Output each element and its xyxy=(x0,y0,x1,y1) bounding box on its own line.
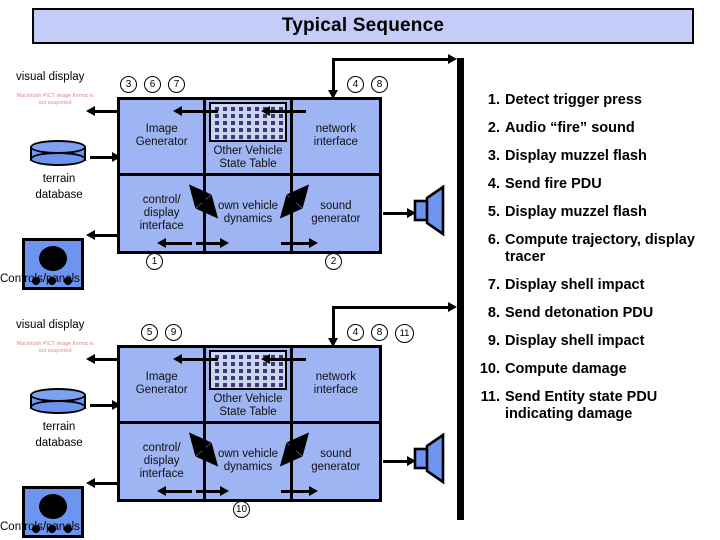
list-item: 11. Send Entity state PDU indicating dam… xyxy=(474,389,714,423)
step-text: Display shell impact xyxy=(505,333,645,349)
speaker-icon xyxy=(413,184,445,237)
speaker-icon xyxy=(413,432,445,485)
step-text: Compute damage xyxy=(505,361,627,377)
arrow-sg-to-speaker xyxy=(383,460,409,463)
list-item: 6. Compute trajectory, display tracer xyxy=(474,232,714,266)
step-number: 8. xyxy=(487,305,500,321)
step-number: 1. xyxy=(487,92,500,108)
list-item: 1. Detect trigger press xyxy=(474,92,714,109)
step-number: 11. xyxy=(480,389,500,405)
list-item: 9. Display shell impact xyxy=(474,333,714,350)
step-number: 10. xyxy=(479,361,500,377)
step-number: 2. xyxy=(487,120,500,136)
diagram-bottom: visual display Macintosh PICT image form… xyxy=(0,240,460,540)
step-text: Send detonation PDU xyxy=(505,305,654,321)
step-number: 7. xyxy=(487,277,500,293)
step-text: Audio “fire” sound xyxy=(505,120,635,136)
sequence-step-list: 1. Detect trigger press 2. Audio “fire” … xyxy=(474,92,714,434)
step-text: Display shell impact xyxy=(505,277,645,293)
list-item: 10. Compute damage xyxy=(474,361,714,378)
step-text: Display muzzel flash xyxy=(505,148,647,164)
list-item: 4. Send fire PDU xyxy=(474,176,714,193)
arrow-sg-to-speaker xyxy=(383,212,409,215)
step-text: Compute trajectory, display tracer xyxy=(505,232,695,265)
list-item: 5. Display muzzel flash xyxy=(474,204,714,221)
list-item: 8. Send detonation PDU xyxy=(474,305,714,322)
step-number: 3. xyxy=(487,148,500,164)
diagonal-arrows-bottom xyxy=(188,432,310,467)
list-item: 3. Display muzzel flash xyxy=(474,148,714,165)
step-number: 5. xyxy=(487,204,500,220)
list-item: 2. Audio “fire” sound xyxy=(474,120,714,137)
step-text: Display muzzel flash xyxy=(505,204,647,220)
step-number: 4. xyxy=(487,176,500,192)
step-number: 9. xyxy=(487,333,500,349)
list-item: 7. Display shell impact xyxy=(474,277,714,294)
step-text: Detect trigger press xyxy=(505,92,642,108)
step-text: Send fire PDU xyxy=(505,176,602,192)
step-text: Send Entity state PDU indicating damage xyxy=(505,389,658,422)
step-marker: 10 xyxy=(233,501,250,518)
step-number: 6. xyxy=(487,232,500,248)
